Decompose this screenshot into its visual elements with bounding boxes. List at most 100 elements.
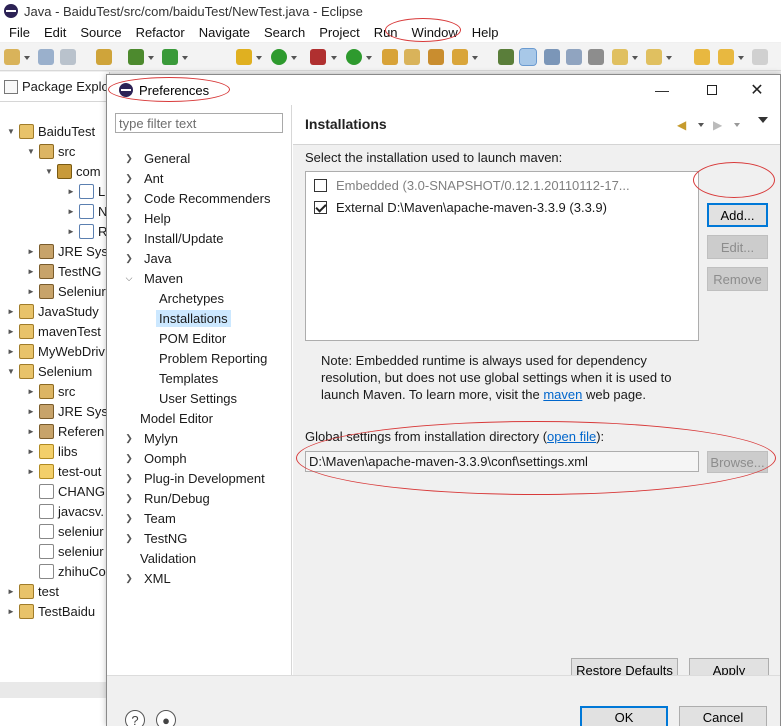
run-icon[interactable]	[271, 49, 287, 65]
tree-row-testng[interactable]: ► TestNG	[26, 261, 101, 281]
expand-icon[interactable]: ►	[26, 426, 36, 436]
add-button[interactable]: Add...	[707, 203, 768, 227]
open-type-icon[interactable]	[96, 49, 112, 65]
expand-icon[interactable]: ►	[26, 266, 36, 276]
tree-item-validation[interactable]: Validation	[140, 548, 196, 568]
remove-button[interactable]: Remove	[707, 267, 768, 291]
new-icon[interactable]	[4, 49, 20, 65]
tree-row-package-com[interactable]: ▼ com	[44, 161, 101, 181]
maximize-icon[interactable]	[702, 81, 722, 99]
tree-row-mywebdriver[interactable]: ► MyWebDriv	[6, 341, 105, 361]
collapse-icon[interactable]: ▼	[6, 126, 16, 136]
menu-source[interactable]: Source	[73, 25, 128, 40]
installation-row-external[interactable]: External D:\Maven\apache-maven-3.3.9 (3.…	[314, 197, 607, 217]
collapse-icon[interactable]: ▼	[6, 366, 16, 376]
forward-history-dropdown-icon[interactable]	[734, 123, 740, 127]
cancel-button[interactable]: Cancel	[679, 706, 767, 726]
tree-row-test[interactable]: ► test	[6, 581, 59, 601]
filter-input[interactable]	[115, 113, 283, 133]
tree-item-pom-editor[interactable]: POM Editor	[159, 328, 226, 348]
expand-icon[interactable]: ❯	[123, 232, 135, 244]
expand-icon[interactable]: ❯	[123, 152, 135, 164]
expand-icon[interactable]: ❯	[123, 472, 135, 484]
tree-row-jre-system[interactable]: ► JRE Syst	[26, 241, 109, 261]
tree-row-testbaidu[interactable]: ► TestBaidu	[6, 601, 95, 621]
menu-file[interactable]: File	[2, 25, 37, 40]
expand-icon[interactable]: ►	[26, 286, 36, 296]
tree-row-selenium-jre[interactable]: ► JRE Syst	[26, 401, 109, 421]
minimize-icon[interactable]: —	[652, 81, 672, 99]
forward-icon[interactable]	[752, 49, 768, 65]
skip-breakpoints-icon[interactable]	[162, 49, 178, 65]
menu-run[interactable]: Run	[367, 25, 405, 40]
help-icon[interactable]: ?	[125, 710, 145, 726]
tree-item-install-update[interactable]: ❯ Install/Update	[123, 228, 223, 248]
expand-icon[interactable]: ❯	[123, 572, 135, 584]
browse-button[interactable]: Browse...	[707, 451, 768, 473]
expand-icon[interactable]: ►	[6, 306, 16, 316]
next-annotation-icon[interactable]	[612, 49, 628, 65]
expand-icon[interactable]: ❯	[123, 192, 135, 204]
expand-icon[interactable]: ►	[26, 446, 36, 456]
installation-row-embedded[interactable]: Embedded (3.0-SNAPSHOT/0.12.1.20110112-1…	[314, 175, 630, 195]
save-all-icon[interactable]	[60, 49, 76, 65]
tree-item-archetypes[interactable]: Archetypes	[159, 288, 224, 308]
expand-icon[interactable]: ►	[26, 466, 36, 476]
collapse-icon[interactable]: ▼	[26, 146, 36, 156]
tree-item-general[interactable]: ❯ General	[123, 148, 190, 168]
back-arrow-icon[interactable]: ◀	[677, 118, 686, 132]
expand-icon[interactable]: ❯	[123, 172, 135, 184]
close-icon[interactable]: ✕	[747, 81, 767, 99]
expand-icon[interactable]: ►	[6, 606, 16, 616]
tree-row-selenium-src[interactable]: ► src	[26, 381, 75, 401]
tree-row-referenced-libs[interactable]: ► Referen	[26, 421, 104, 441]
tree-row-zhihu[interactable]: zhihuCo	[39, 561, 106, 581]
tree-item-plugin-development[interactable]: ❯ Plug-in Development	[123, 468, 264, 488]
coverage-dropdown-icon[interactable]	[331, 56, 337, 60]
back-dropdown-icon[interactable]	[738, 56, 744, 60]
import-export-icon[interactable]: ●	[156, 710, 176, 726]
installations-list[interactable]: Embedded (3.0-SNAPSHOT/0.12.1.20110112-1…	[305, 171, 699, 341]
tree-row-javacsv-jar[interactable]: javacsv.	[39, 501, 104, 521]
tree-item-testng[interactable]: ❯ TestNG	[123, 528, 187, 548]
tree-item-templates[interactable]: Templates	[159, 368, 218, 388]
expand-icon[interactable]: ►	[6, 586, 16, 596]
menu-help[interactable]: Help	[465, 25, 506, 40]
open-file-link[interactable]: open file	[547, 429, 596, 444]
expand-icon[interactable]: ►	[26, 246, 36, 256]
previous-annotation-icon[interactable]	[646, 49, 662, 65]
bug-dropdown-icon[interactable]	[256, 56, 262, 60]
back-icon[interactable]	[718, 49, 734, 65]
view-menu-icon[interactable]	[758, 117, 768, 123]
external-tools-dropdown-icon[interactable]	[182, 56, 188, 60]
expand-icon[interactable]: ►	[6, 346, 16, 356]
tree-item-user-settings[interactable]: User Settings	[159, 388, 237, 408]
edit-button[interactable]: Edit...	[707, 235, 768, 259]
tree-row-libs[interactable]: ► libs	[26, 441, 78, 461]
run-last-tool-dropdown-icon[interactable]	[366, 56, 372, 60]
tree-row-java-file-n[interactable]: ► N	[66, 201, 107, 221]
global-settings-path-field[interactable]: D:\Maven\apache-maven-3.3.9\conf\setting…	[305, 451, 699, 472]
tree-row-selenium-jar-1[interactable]: seleniur	[39, 521, 104, 541]
tree-row-java-file-r[interactable]: ► R	[66, 221, 107, 241]
show-whitespace-icon[interactable]	[588, 49, 604, 65]
bug-icon[interactable]	[236, 49, 252, 65]
maven-link[interactable]: maven	[543, 387, 582, 402]
tree-item-mylyn[interactable]: ❯ Mylyn	[123, 428, 178, 448]
menu-window[interactable]: Window	[405, 25, 465, 40]
menu-refactor[interactable]: Refactor	[129, 25, 192, 40]
tree-row-maventest[interactable]: ► mavenTest	[6, 321, 101, 341]
expand-icon[interactable]: ►	[66, 226, 76, 236]
horizontal-scrollbar[interactable]	[0, 682, 109, 698]
tree-row-selenium-jar-2[interactable]: seleniur	[39, 541, 104, 561]
menu-edit[interactable]: Edit	[37, 25, 73, 40]
expand-icon[interactable]: ❯	[123, 212, 135, 224]
debug-icon[interactable]	[128, 49, 144, 65]
tree-row-baidutest[interactable]: ▼ BaiduTest	[6, 121, 95, 141]
expand-icon[interactable]: ❯	[123, 492, 135, 504]
save-icon[interactable]	[38, 49, 54, 65]
run-last-tool-icon[interactable]	[346, 49, 362, 65]
debug-dropdown-icon[interactable]	[148, 56, 154, 60]
tree-row-src[interactable]: ▼ src	[26, 141, 75, 161]
menu-project[interactable]: Project	[312, 25, 366, 40]
